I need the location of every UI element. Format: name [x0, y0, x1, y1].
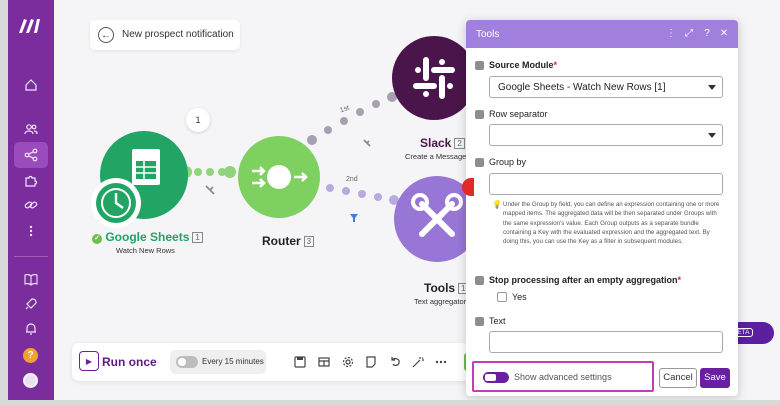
tools-title-text: Tools	[424, 281, 456, 295]
route-2-label: 2nd	[346, 176, 358, 183]
google-sheets-num: 1	[192, 232, 203, 243]
more-horizontal-icon[interactable]	[434, 355, 448, 369]
watch-clock-icon	[91, 178, 141, 228]
group-by-input[interactable]	[489, 173, 723, 195]
dialog-header: Tools ⋮ ⤢ ? ✕	[466, 20, 738, 48]
stop-processing-label: Stop processing after an empty aggregati…	[489, 275, 681, 285]
google-sheets-title: ✓ Google Sheets 1	[92, 230, 203, 244]
dialog-title: Tools	[476, 29, 500, 40]
dialog-expand-icon[interactable]: ⤢	[683, 28, 695, 39]
slack-subtitle: Create a Message	[405, 152, 467, 161]
lightbulb-icon: 💡	[492, 200, 502, 209]
dialog-help-icon[interactable]: ?	[701, 28, 713, 39]
undo-icon[interactable]	[388, 355, 402, 369]
tools-settings-dialog: Tools ⋮ ⤢ ? ✕ Source Module* Google Shee…	[466, 20, 738, 396]
cancel-button[interactable]: Cancel	[659, 368, 697, 388]
advanced-settings-toggle[interactable]	[483, 372, 509, 383]
settings-gear-icon[interactable]	[341, 355, 355, 369]
row-separator-checkbox[interactable]	[475, 110, 484, 119]
text-label: Text	[489, 316, 506, 326]
google-sheets-title-text: Google Sheets	[105, 230, 190, 244]
google-sheets-subtitle: Watch New Rows	[116, 246, 175, 255]
dialog-close-icon[interactable]: ✕	[718, 28, 730, 39]
text-input[interactable]	[489, 331, 723, 353]
app-frame: ? ← New prospect notification 1 ✓ Google…	[8, 0, 780, 400]
error-badge[interactable]	[462, 178, 474, 196]
chevron-down-icon	[708, 133, 716, 138]
router-num: 3	[303, 236, 315, 247]
source-module-label-text: Source Module	[489, 60, 554, 70]
row-separator-label: Row separator	[489, 109, 548, 119]
run-once-button[interactable]: Run once	[102, 355, 157, 369]
chevron-down-icon	[708, 85, 716, 90]
required-asterisk: *	[677, 275, 682, 285]
source-module-checkbox[interactable]	[475, 61, 484, 70]
group-by-hint: Under the Group by field, you can define…	[503, 201, 720, 246]
save-icon[interactable]	[293, 355, 307, 369]
tools-subtitle: Text aggregator	[414, 297, 467, 306]
router-title-text: Router	[262, 234, 301, 248]
stop-processing-checkbox[interactable]	[475, 276, 484, 285]
router-node[interactable]	[238, 136, 320, 218]
magic-wand-icon[interactable]	[411, 355, 425, 369]
advanced-settings-label: Show advanced settings	[514, 372, 612, 382]
slack-title-text: Slack	[420, 136, 452, 150]
play-icon[interactable]: ▶	[79, 351, 99, 371]
group-by-label: Group by	[489, 157, 527, 167]
table-icon[interactable]	[317, 355, 331, 369]
router-title: Router 3	[262, 234, 315, 248]
dialog-more-icon[interactable]: ⋮	[665, 28, 677, 39]
source-module-select[interactable]: Google Sheets - Watch New Rows [1]	[489, 76, 723, 98]
operations-count-bubble[interactable]: 1	[186, 108, 210, 132]
schedule-label: Every 15 minutes	[202, 357, 264, 366]
source-module-label: Source Module*	[489, 60, 557, 70]
group-by-checkbox[interactable]	[475, 158, 484, 167]
row-separator-select[interactable]	[489, 124, 723, 146]
yes-label: Yes	[512, 292, 527, 302]
slack-node[interactable]	[392, 36, 476, 120]
stop-processing-label-text: Stop processing after an empty aggregati…	[489, 275, 678, 285]
save-button[interactable]: Save	[700, 368, 730, 388]
notes-icon[interactable]	[364, 355, 378, 369]
schedule-toggle[interactable]	[176, 356, 198, 368]
schedule-control[interactable]: Every 15 minutes	[170, 350, 266, 374]
slack-num: 2	[454, 138, 465, 149]
required-asterisk: *	[553, 60, 558, 70]
yes-checkbox[interactable]	[497, 292, 507, 302]
source-module-value: Google Sheets - Watch New Rows [1]	[498, 82, 666, 93]
check-icon: ✓	[92, 234, 102, 244]
text-checkbox[interactable]	[475, 317, 484, 326]
slack-title: Slack 2	[420, 136, 465, 150]
bottom-toolbar: ▶ Run once Every 15 minutes	[72, 343, 472, 381]
